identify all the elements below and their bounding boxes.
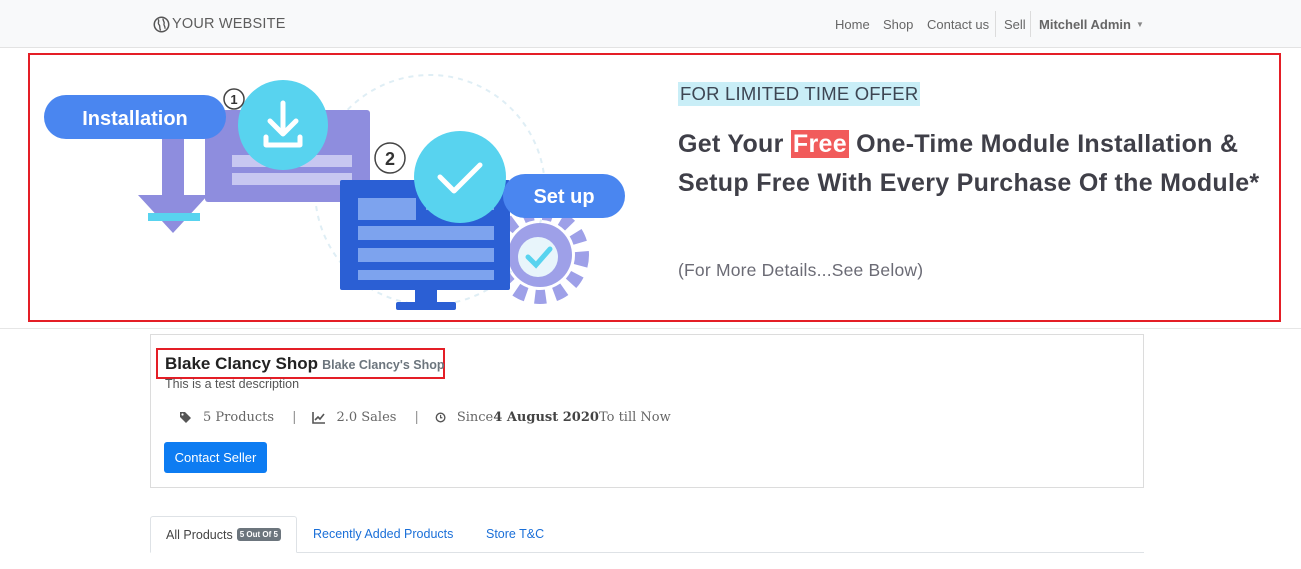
installation-setup-illustration: Installation 1 2 Set up bbox=[44, 74, 625, 310]
globe-icon bbox=[153, 16, 170, 32]
tags-icon bbox=[180, 412, 191, 423]
nav-divider bbox=[1030, 11, 1031, 37]
sales-count: 2.0 Sales bbox=[336, 410, 397, 425]
products-count: 5 Products bbox=[203, 410, 275, 425]
offer-tag: FOR LIMITED TIME OFFER bbox=[678, 82, 921, 106]
seller-stats: 5 Products | 2.0 Sales | Since 4 August … bbox=[179, 410, 671, 425]
nav-contact-us[interactable]: Contact us bbox=[927, 17, 989, 32]
shop-title-highlight: Blake Clancy Shop Blake Clancy's Shop bbox=[156, 348, 445, 379]
promo-banner[interactable]: Installation 1 2 Set up FOR LIMITED TIME… bbox=[28, 53, 1281, 322]
product-tabs: All Products 5 Out Of 5 Recently Added P… bbox=[150, 516, 1144, 553]
tab-all-label: All Products bbox=[166, 527, 233, 542]
seller-profile-card: Blake Clancy Shop Blake Clancy's Shop Thi… bbox=[150, 334, 1144, 488]
line-chart-icon bbox=[312, 412, 326, 424]
stat-separator: | bbox=[414, 410, 419, 425]
brand-name: YOUR WEBSITE bbox=[172, 16, 286, 32]
clock-icon bbox=[435, 412, 446, 423]
shop-subtitle: Blake Clancy's Shop bbox=[322, 358, 445, 372]
nav-divider bbox=[995, 11, 996, 37]
brand-logo[interactable]: YOUR WEBSITE bbox=[153, 14, 286, 34]
product-count-badge: 5 Out Of 5 bbox=[236, 528, 281, 541]
since-suffix: To till Now bbox=[598, 410, 671, 425]
installation-label: Installation bbox=[82, 108, 188, 130]
shop-name-text: Blake Clancy Shop bbox=[165, 354, 319, 373]
contact-seller-button[interactable]: Contact Seller bbox=[164, 442, 267, 473]
tab-all-products[interactable]: All Products 5 Out Of 5 bbox=[150, 516, 297, 553]
shop-name: Blake Clancy Shop Blake Clancy's Shop bbox=[165, 354, 445, 374]
since-date: 4 August 2020 bbox=[493, 410, 599, 425]
headline-start: Get Your bbox=[678, 130, 791, 158]
step-1-number: 1 bbox=[230, 92, 237, 107]
user-menu[interactable]: Mitchell Admin ▼ bbox=[1039, 0, 1144, 48]
step-2-number: 2 bbox=[385, 149, 395, 169]
shop-description: This is a test description bbox=[165, 377, 300, 391]
since-prefix: Since bbox=[456, 410, 494, 425]
top-navbar: YOUR WEBSITE Home Shop Contact us Sell M… bbox=[0, 0, 1301, 48]
free-highlight: Free bbox=[790, 130, 849, 158]
stat-separator: | bbox=[292, 410, 297, 425]
user-name[interactable]: Mitchell Admin bbox=[1039, 17, 1131, 32]
nav-shop[interactable]: Shop bbox=[883, 17, 913, 32]
section-divider bbox=[0, 328, 1301, 329]
tab-recently-added[interactable]: Recently Added Products bbox=[313, 516, 453, 552]
banner-details-note: (For More Details...See Below) bbox=[678, 260, 924, 280]
banner-headline: Get Your Free One-Time Module Installati… bbox=[678, 125, 1268, 203]
tab-store-terms[interactable]: Store T&C bbox=[486, 516, 544, 552]
nav-home[interactable]: Home bbox=[835, 17, 870, 32]
caret-down-icon: ▼ bbox=[1135, 19, 1144, 29]
nav-sell[interactable]: Sell bbox=[1004, 17, 1026, 32]
setup-label: Set up bbox=[533, 186, 594, 208]
